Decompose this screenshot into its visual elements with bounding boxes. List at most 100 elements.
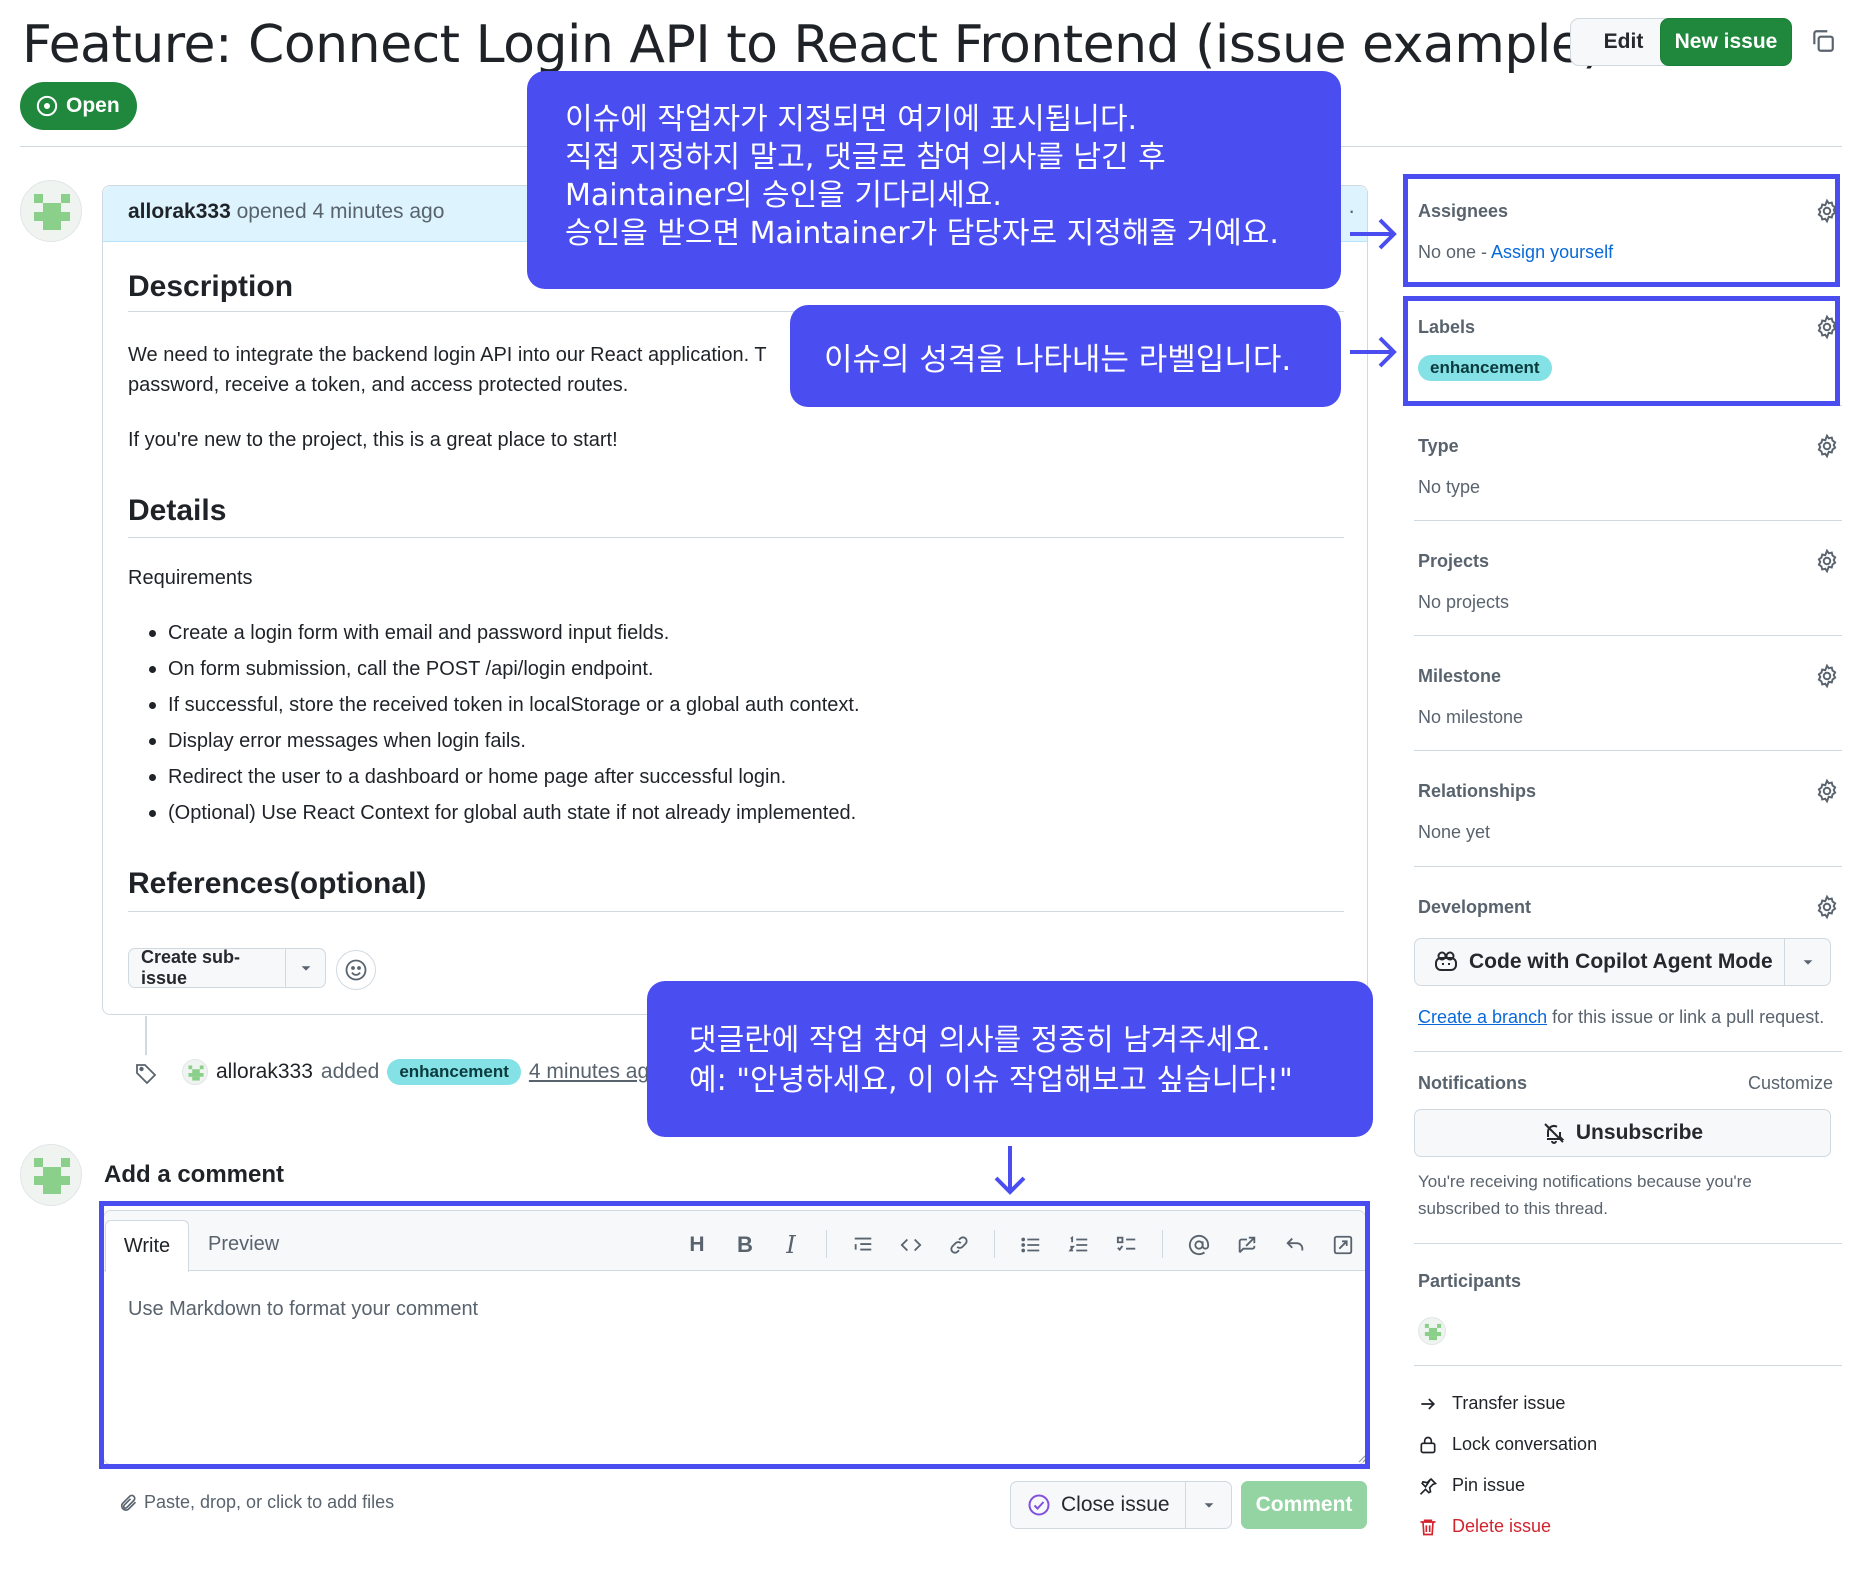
status-badge-open: Open <box>20 82 137 130</box>
labels-highlight-box <box>1403 296 1840 406</box>
pin-issue-action[interactable]: Pin issue <box>1418 1475 1525 1496</box>
check-circle-icon <box>1027 1493 1051 1517</box>
sidebar-divider <box>1414 520 1842 521</box>
chevron-down-icon[interactable] <box>1186 1498 1231 1512</box>
unsubscribe-label: Unsubscribe <box>1575 1121 1704 1144</box>
issue-title-text: Feature: Connect Login API to React Fron… <box>22 15 1603 75</box>
create-branch-link[interactable]: Create a branch <box>1418 1007 1547 1027</box>
copilot-agent-main[interactable]: Code with Copilot Agent Mode <box>1415 939 1785 985</box>
transfer-issue-label: Transfer issue <box>1452 1393 1566 1413</box>
add-reaction-button[interactable] <box>336 950 376 990</box>
trash-icon <box>1418 1517 1438 1537</box>
pin-icon <box>1418 1476 1438 1496</box>
sidebar-divider <box>1414 1243 1842 1244</box>
close-issue-label: Close issue <box>1061 1493 1170 1516</box>
milestone-value: No milestone <box>1418 707 1524 727</box>
lock-conversation-action[interactable]: Lock conversation <box>1418 1434 1597 1455</box>
attach-files[interactable]: Paste, drop, or click to add files <box>118 1492 394 1513</box>
close-issue-main[interactable]: Close issue <box>1011 1482 1186 1528</box>
create-subissue-label[interactable]: Create sub-issue <box>129 947 286 988</box>
heading-underline <box>128 911 1344 912</box>
copilot-agent-button[interactable]: Code with Copilot Agent Mode <box>1414 938 1831 986</box>
current-user-avatar[interactable] <box>20 1144 82 1206</box>
annotation-line: 승인을 받으면 Maintainer가 담당자로 지정해줄 거예요. <box>565 216 1279 251</box>
sidebar-divider <box>1414 635 1842 636</box>
timeline-time[interactable]: 4 minutes ago <box>529 1060 661 1084</box>
sidebar-divider <box>1414 1365 1842 1366</box>
relationships-title[interactable]: Relationships <box>1418 781 1536 802</box>
notifications-title: Notifications <box>1418 1073 1528 1093</box>
list-item: Redirect the user to a dashboard or home… <box>128 759 860 795</box>
chevron-down-icon[interactable] <box>1785 955 1830 969</box>
assignees-highlight-box <box>1403 174 1840 287</box>
milestone-title[interactable]: Milestone <box>1418 666 1501 687</box>
requirements-list: Create a login form with email and passw… <box>128 615 860 831</box>
comment-highlight-box <box>99 1201 1370 1469</box>
new-issue-button[interactable]: New issue <box>1660 18 1792 66</box>
timeline-actor[interactable]: allorak333 <box>216 1060 313 1084</box>
arrow-right-icon <box>1418 1394 1438 1414</box>
attach-label: Paste, drop, or click to add files <box>144 1492 395 1512</box>
description-heading: Description <box>128 270 294 303</box>
delete-issue-action[interactable]: Delete issue <box>1418 1516 1551 1537</box>
development-hint-text: for this issue or link a pull request. <box>1547 1007 1825 1027</box>
lock-icon <box>1418 1435 1438 1455</box>
gear-icon[interactable] <box>1814 433 1840 459</box>
lock-conversation-label: Lock conversation <box>1452 1434 1598 1454</box>
sidebar-divider <box>1414 866 1842 867</box>
author-link[interactable]: allorak333 <box>128 200 231 223</box>
list-item: (Optional) Use React Context for global … <box>128 795 860 831</box>
references-heading: References(optional) <box>128 867 427 900</box>
issue-title: Feature: Connect Login API to React Fron… <box>22 14 1727 76</box>
notification-reason-1: You're receiving notifications because y… <box>1418 1172 1752 1191</box>
comment-annotation: 댓글란에 작업 참여 의사를 정중히 남겨주세요. 예: "안녕하세요, 이 이… <box>647 981 1373 1137</box>
close-issue-button[interactable]: Close issue <box>1010 1481 1232 1529</box>
participant-avatar[interactable] <box>1418 1317 1446 1345</box>
annotation-line: 이슈에 작업자가 지정되면 여기에 표시됩니다. <box>565 102 1138 137</box>
timeline-line <box>145 1016 147 1056</box>
list-item: Create a login form with email and passw… <box>128 615 860 651</box>
type-title[interactable]: Type <box>1418 436 1459 457</box>
gear-icon[interactable] <box>1814 548 1840 574</box>
gear-icon[interactable] <box>1814 778 1840 804</box>
bell-slash-icon <box>1542 1121 1566 1145</box>
development-hint: Create a branch for this issue or link a… <box>1418 1007 1824 1028</box>
tag-icon <box>128 1055 164 1091</box>
notification-reason-2: subscribed to this thread. <box>1418 1199 1608 1218</box>
add-comment-heading: Add a comment <box>104 1161 285 1188</box>
gear-icon[interactable] <box>1814 894 1840 920</box>
projects-title[interactable]: Projects <box>1418 551 1489 572</box>
annotation-line: Maintainer의 승인을 기다리세요. <box>565 178 1002 213</box>
pin-issue-label: Pin issue <box>1452 1475 1526 1495</box>
customize-link[interactable]: Customize <box>1748 1073 1833 1094</box>
details-heading: Details <box>128 494 227 527</box>
copilot-agent-label: Code with Copilot Agent Mode <box>1469 950 1773 973</box>
issue-body-meta: allorak333 opened 4 minutes ago <box>128 200 444 224</box>
comment-button[interactable]: Comment <box>1241 1481 1367 1529</box>
arrow-right-icon <box>1348 332 1400 372</box>
transfer-issue-action[interactable]: Transfer issue <box>1418 1393 1565 1414</box>
annotation-line: 직접 지정하지 말고, 댓글로 참여 의사를 남긴 후 <box>565 140 1166 175</box>
relationships-value: None yet <box>1418 822 1491 842</box>
annotation-line: 댓글란에 작업 참여 의사를 정중히 남겨주세요. <box>689 1023 1271 1058</box>
paperclip-icon <box>118 1493 138 1513</box>
chevron-down-icon[interactable] <box>286 961 325 975</box>
arrow-down-icon <box>990 1144 1030 1198</box>
unsubscribe-button[interactable]: Unsubscribe <box>1414 1109 1831 1157</box>
sidebar-divider <box>1414 750 1842 751</box>
timeline-action: added <box>320 1060 380 1083</box>
copilot-icon <box>1433 950 1459 974</box>
label-enhancement[interactable]: enhancement <box>387 1059 521 1085</box>
copy-link-icon[interactable] <box>1810 28 1836 54</box>
create-subissue-button[interactable]: Create sub-issue <box>128 947 326 988</box>
author-avatar[interactable] <box>20 180 82 242</box>
sidebar-divider <box>1414 1051 1842 1052</box>
requirements-label: Requirements <box>128 567 253 589</box>
labels-annotation: 이슈의 성격을 나타내는 라벨입니다. <box>790 305 1341 407</box>
issue-opened-icon <box>36 95 58 117</box>
development-title[interactable]: Development <box>1418 897 1531 918</box>
arrow-right-icon <box>1348 214 1400 254</box>
actor-avatar[interactable] <box>182 1059 208 1085</box>
gear-icon[interactable] <box>1814 663 1840 689</box>
timeline-event: allorak333 added enhancement 4 minutes a… <box>182 1059 661 1085</box>
